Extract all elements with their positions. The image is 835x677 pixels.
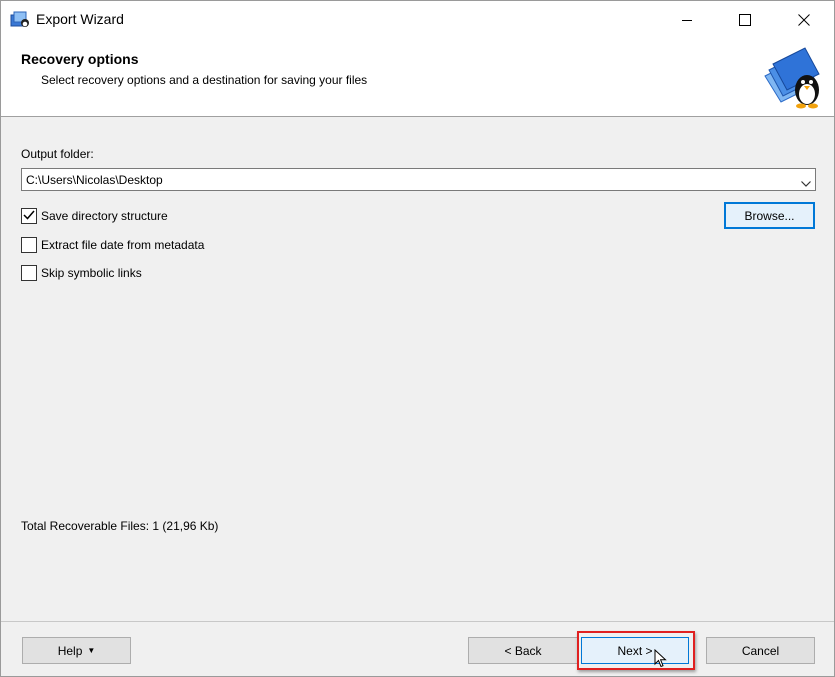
checkmark-icon xyxy=(23,209,35,223)
penguin-folders-logo xyxy=(761,46,825,110)
next-button-label: Next > xyxy=(617,643,653,658)
output-folder-combobox[interactable]: C:\Users\Nicolas\Desktop xyxy=(21,168,816,191)
dropdown-arrow-icon: ▼ xyxy=(87,646,96,655)
browse-button-label: Browse... xyxy=(744,208,795,223)
wizard-header: Recovery options Select recovery options… xyxy=(1,38,834,117)
footer-divider xyxy=(1,621,834,622)
option-save-directory-structure[interactable]: Save directory structure xyxy=(21,207,168,225)
cancel-button[interactable]: Cancel xyxy=(706,637,815,664)
option-extract-file-date[interactable]: Extract file date from metadata xyxy=(21,236,204,254)
title-bar: Export Wizard xyxy=(1,1,834,38)
output-folder-label: Output folder: xyxy=(21,147,94,161)
option-skip-symbolic-links[interactable]: Skip symbolic links xyxy=(21,264,142,282)
skip-symlinks-label[interactable]: Skip symbolic links xyxy=(41,266,142,280)
help-button-label: Help xyxy=(57,643,83,658)
next-button[interactable]: Next > xyxy=(581,637,689,664)
close-icon xyxy=(798,13,810,26)
mouse-pointer-icon xyxy=(654,648,668,672)
save-directory-label[interactable]: Save directory structure xyxy=(41,209,168,223)
extract-date-checkbox[interactable] xyxy=(21,237,37,253)
maximize-button[interactable] xyxy=(716,1,774,38)
help-button[interactable]: Help ▼ xyxy=(22,637,131,664)
back-button-label: < Back xyxy=(504,643,542,658)
extract-date-label[interactable]: Extract file date from metadata xyxy=(41,238,204,252)
page-subtitle: Select recovery options and a destinatio… xyxy=(41,73,368,87)
export-wizard-icon xyxy=(10,11,30,29)
browse-button[interactable]: Browse... xyxy=(724,202,815,229)
recoverable-files-status: Total Recoverable Files: 1 (21,96 Kb) xyxy=(21,519,219,533)
skip-symlinks-checkbox[interactable] xyxy=(21,265,37,281)
chevron-down-icon[interactable] xyxy=(801,176,811,190)
output-folder-value[interactable]: C:\Users\Nicolas\Desktop xyxy=(26,173,163,187)
minimize-button[interactable] xyxy=(658,1,716,38)
maximize-icon xyxy=(739,13,751,26)
close-button[interactable] xyxy=(775,1,833,38)
cancel-button-label: Cancel xyxy=(741,643,780,658)
minimize-icon xyxy=(681,14,693,26)
page-title: Recovery options xyxy=(21,51,139,67)
export-wizard-window: Export Wizard Recovery options Select re… xyxy=(0,0,835,677)
window-title: Export Wizard xyxy=(36,11,124,27)
back-button[interactable]: < Back xyxy=(468,637,578,664)
save-directory-checkbox[interactable] xyxy=(21,208,37,224)
